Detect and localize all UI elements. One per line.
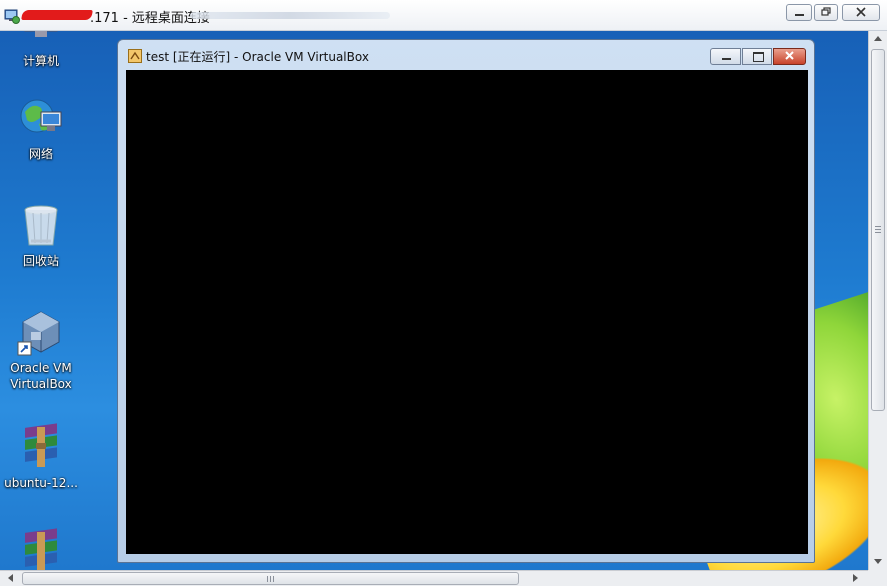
desktop-icon-label: 计算机 — [22, 54, 59, 68]
desktop-icon-network[interactable]: 网络 — [0, 94, 82, 162]
desktop-icon-label: 网络 — [28, 147, 53, 161]
vertical-scrollbar[interactable] — [868, 31, 887, 570]
rdp-restore-button[interactable] — [814, 4, 838, 21]
vm-close-button[interactable] — [773, 48, 806, 65]
rdp-minimize-button[interactable] — [786, 4, 812, 21]
virtualbox-app-icon — [128, 49, 142, 63]
desktop-icon-archive-2[interactable] — [0, 528, 82, 570]
winrar-archive-icon — [17, 528, 65, 570]
redacted-host-address — [21, 10, 93, 20]
vm-minimize-button[interactable] — [710, 48, 741, 65]
scroll-down-arrow-icon[interactable] — [874, 559, 882, 564]
scroll-left-arrow-icon[interactable] — [8, 574, 13, 582]
desktop-icon-label: ubuntu-12... — [4, 476, 78, 490]
virtualbox-icon — [17, 308, 65, 356]
maximize-icon — [753, 52, 764, 62]
rdp-title-bar: .171 - 远程桌面连接 — [0, 0, 887, 31]
close-icon — [856, 7, 866, 17]
scrollbar-corner — [868, 570, 887, 586]
virtualbox-vm-window[interactable]: test [正在运行] - Oracle VM VirtualBox — [117, 39, 815, 563]
network-icon — [17, 94, 65, 142]
vm-display-screen[interactable] — [126, 70, 808, 554]
desktop-icon-computer[interactable]: 计算机 — [0, 31, 82, 69]
desktop-icon-recycle-bin[interactable]: 回收站 — [0, 201, 82, 269]
vertical-scroll-thumb[interactable] — [871, 49, 885, 411]
horizontal-scrollbar[interactable] — [0, 570, 868, 586]
minimize-icon — [795, 14, 804, 16]
close-icon — [785, 51, 794, 60]
vm-window-title: test [正在运行] - Oracle VM VirtualBox — [146, 50, 369, 64]
blurred-title-text — [190, 12, 390, 19]
minimize-icon — [722, 58, 731, 60]
remote-desktop-icon — [4, 9, 20, 24]
computer-icon — [17, 31, 65, 49]
desktop-icon-label: Oracle VM VirtualBox — [10, 361, 72, 391]
scroll-right-arrow-icon[interactable] — [853, 574, 858, 582]
winrar-archive-icon — [17, 423, 65, 471]
recycle-bin-icon — [17, 201, 65, 249]
remote-desktop-viewport[interactable]: 计算机 网络 回收站 Oracle VM VirtualBox ubuntu-1… — [0, 31, 868, 570]
desktop-icon-label: 回收站 — [22, 254, 59, 268]
desktop-icon-virtualbox[interactable]: Oracle VM VirtualBox — [0, 308, 82, 392]
scroll-up-arrow-icon[interactable] — [874, 36, 882, 41]
vm-maximize-button[interactable] — [742, 48, 772, 65]
restore-icon — [821, 7, 831, 16]
horizontal-scroll-thumb[interactable] — [22, 572, 519, 585]
desktop-icon-ubuntu-archive[interactable]: ubuntu-12... — [0, 423, 82, 491]
rdp-close-button[interactable] — [842, 4, 880, 21]
